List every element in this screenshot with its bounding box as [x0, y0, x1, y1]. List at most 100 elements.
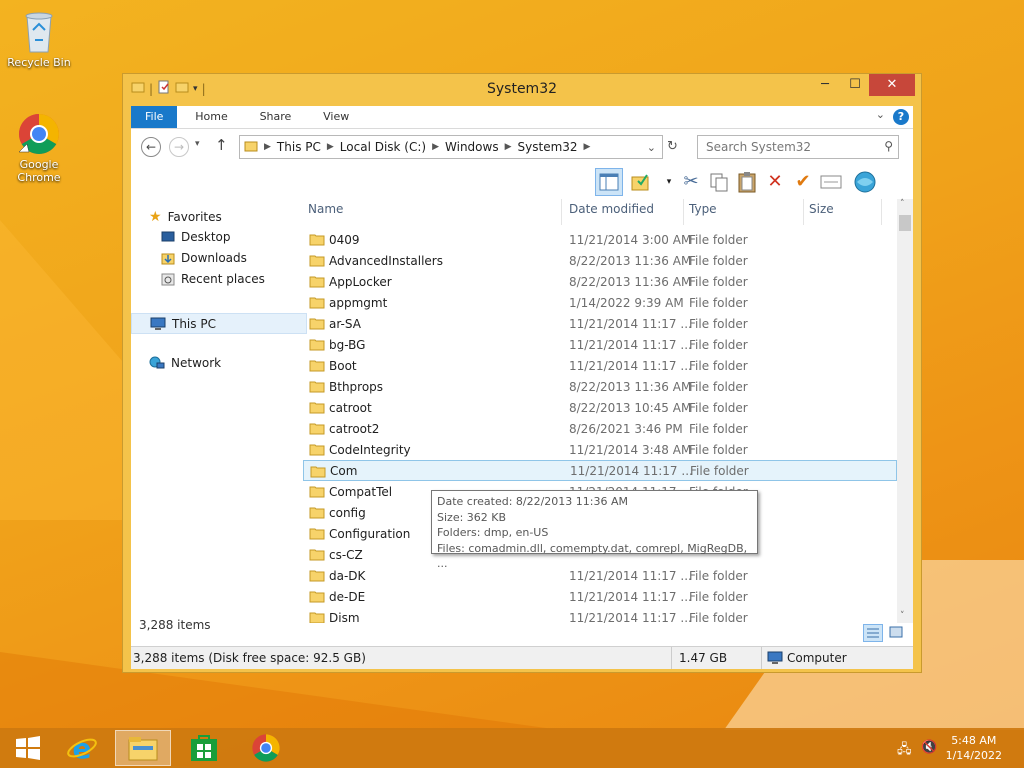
file-row[interactable]: Bthprops 8/22/2013 11:36 AM File folder	[303, 376, 897, 397]
nav-downloads[interactable]: Downloads	[161, 251, 247, 265]
file-row[interactable]: CodeIntegrity 11/21/2014 3:48 AM File fold…	[303, 439, 897, 460]
minimize-button[interactable]: ─	[811, 74, 839, 96]
file-row[interactable]: Com 11/21/2014 11:17 ... File folder	[303, 460, 897, 481]
folder-options-icon	[631, 174, 649, 191]
nav-network[interactable]: Network	[149, 356, 221, 370]
file-name: AppLocker	[329, 274, 392, 289]
forward-arrow-icon: →	[173, 140, 185, 154]
recent-locations-icon[interactable]: ▾	[195, 139, 200, 149]
file-row[interactable]: catroot2 8/26/2021 3:46 PM File folder	[303, 418, 897, 439]
nav-this-pc[interactable]: This PC	[131, 313, 307, 334]
file-row[interactable]: 0409 11/21/2014 3:00 AM File folder	[303, 229, 897, 250]
file-row[interactable]: Dism 11/21/2014 11:17 ... File folder	[303, 607, 897, 623]
scrollbar-thumb[interactable]	[899, 215, 911, 231]
breadcrumb-system32[interactable]: System32	[518, 140, 578, 154]
tab-home[interactable]: Home	[181, 106, 241, 128]
column-header-type[interactable]: Type	[689, 199, 717, 225]
maximize-button[interactable]: ☐	[841, 74, 869, 96]
file-row[interactable]: de-DE 11/21/2014 11:17 ... File folder	[303, 586, 897, 607]
close-button[interactable]: ✕	[869, 74, 915, 96]
folder-icon	[309, 423, 325, 435]
folder-icon	[309, 381, 325, 393]
taskbar-file-explorer[interactable]	[115, 730, 171, 766]
vertical-scrollbar[interactable]: ˄ ˅	[897, 199, 913, 623]
scroll-down-icon[interactable]: ˅	[900, 611, 905, 621]
taskbar-store[interactable]	[176, 730, 232, 766]
tab-share[interactable]: Share	[246, 106, 306, 128]
help-icon[interactable]: ?	[893, 109, 909, 125]
taskbar-internet-explorer[interactable]: e	[54, 730, 110, 766]
file-row[interactable]: Boot 11/21/2014 11:17 ... File folder	[303, 355, 897, 376]
network-status-icon[interactable]: 🖧	[897, 740, 912, 762]
back-button[interactable]: ←	[141, 137, 161, 157]
desktop-icon-chrome[interactable]: Google Chrome	[3, 112, 75, 184]
file-type: File folder	[689, 400, 748, 415]
file-row[interactable]: ar-SA 11/21/2014 11:17 ... File folder	[303, 313, 897, 334]
search-input[interactable]: Search System32	[697, 135, 899, 159]
file-row[interactable]: bg-BG 11/21/2014 11:17 ... File folder	[303, 334, 897, 355]
folder-icon	[309, 276, 325, 288]
column-header-date[interactable]: Date modified	[569, 199, 654, 225]
cut-icon[interactable]: ✂	[677, 168, 705, 196]
start-button[interactable]	[0, 730, 56, 766]
paste-button[interactable]	[733, 168, 761, 196]
nav-favorites[interactable]: ★ Favorites	[149, 209, 222, 225]
title-bar[interactable]: | ▾ | System32 ─ ☐ ✕	[123, 74, 921, 104]
refresh-button[interactable]: ↻	[667, 139, 678, 154]
desktop-icon-recycle-bin[interactable]: Recycle Bin	[3, 6, 75, 69]
chevron-right-icon[interactable]: ▶	[264, 142, 271, 152]
window-title: System32	[486, 81, 558, 97]
nav-label: Favorites	[167, 210, 222, 224]
file-date: 1/14/2022 9:39 AM	[569, 295, 684, 310]
chevron-right-icon[interactable]: ▶	[584, 142, 591, 152]
delete-icon[interactable]: ✕	[761, 168, 789, 196]
preview-pane-icon	[599, 173, 619, 191]
scroll-up-icon[interactable]: ˄	[900, 199, 905, 209]
file-date: 11/21/2014 11:17 ...	[569, 610, 692, 624]
folder-icon	[309, 444, 325, 456]
nav-desktop[interactable]: Desktop	[161, 230, 231, 244]
computer-icon	[150, 317, 166, 330]
file-name: config	[329, 505, 366, 520]
address-bar[interactable]: ▶ This PC ▶ Local Disk (C:) ▶ Windows ▶ …	[239, 135, 663, 159]
expand-ribbon-icon[interactable]: ⌄	[876, 108, 885, 121]
clock[interactable]: 5:48 AM 1/14/2022	[946, 733, 1002, 763]
copy-button[interactable]	[705, 168, 733, 196]
file-row[interactable]: catroot 8/22/2013 10:45 AM File folder	[303, 397, 897, 418]
chevron-right-icon[interactable]: ▶	[505, 142, 512, 152]
volume-muted-icon[interactable]: 🔇	[921, 740, 937, 755]
search-icon[interactable]: ⚲	[884, 139, 893, 153]
nav-label: Downloads	[181, 251, 247, 265]
file-date: 8/26/2021 3:46 PM	[569, 421, 683, 436]
tab-view[interactable]: View	[309, 106, 363, 128]
address-dropdown-icon[interactable]: ⌄	[647, 141, 656, 154]
folder-options-button[interactable]	[627, 168, 655, 196]
large-icons-view-button[interactable]	[887, 624, 907, 642]
file-type: File folder	[689, 610, 748, 624]
details-view-button[interactable]	[863, 624, 883, 642]
column-header-size[interactable]: Size	[809, 199, 834, 225]
nav-recent-places[interactable]: Recent places	[161, 272, 265, 286]
file-row[interactable]: AdvancedInstallers 8/22/2013 11:36 AM File…	[303, 250, 897, 271]
breadcrumb-this-pc[interactable]: This PC	[277, 140, 321, 154]
up-button[interactable]: ↑	[215, 136, 228, 154]
properties-button[interactable]	[817, 168, 845, 196]
chevron-right-icon[interactable]: ▶	[327, 142, 334, 152]
folder-icon	[309, 339, 325, 351]
file-row[interactable]: appmgmt 1/14/2022 9:39 AM File folder	[303, 292, 897, 313]
forward-button[interactable]: →	[169, 137, 189, 157]
star-icon: ★	[149, 209, 162, 225]
file-name: Com	[330, 463, 358, 478]
breadcrumb-local-disk[interactable]: Local Disk (C:)	[340, 140, 426, 154]
tab-file[interactable]: File	[131, 106, 178, 128]
taskbar-chrome[interactable]	[238, 730, 294, 766]
column-header-name[interactable]: Name	[308, 199, 343, 225]
file-date: 8/22/2013 10:45 AM	[569, 400, 692, 415]
file-name: bg-BG	[329, 337, 366, 352]
file-row[interactable]: AppLocker 8/22/2013 11:36 AM File folder	[303, 271, 897, 292]
rename-icon[interactable]: ✔	[789, 168, 817, 196]
preview-pane-button[interactable]	[595, 168, 623, 196]
breadcrumb-windows[interactable]: Windows	[445, 140, 499, 154]
chevron-right-icon[interactable]: ▶	[432, 142, 439, 152]
globe-button[interactable]	[851, 168, 879, 196]
